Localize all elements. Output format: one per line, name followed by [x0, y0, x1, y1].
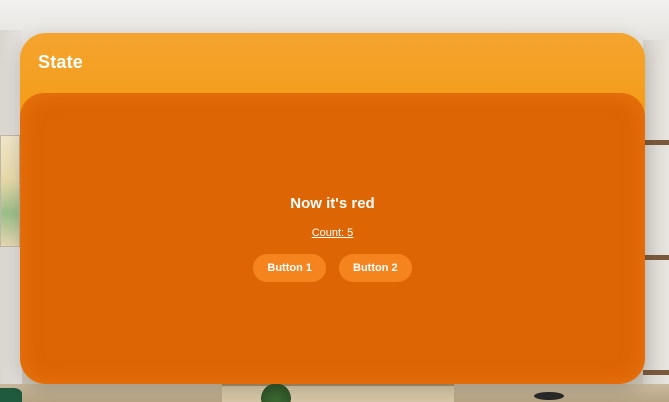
- count-link[interactable]: Count: 5: [312, 227, 354, 239]
- green-chair: [0, 388, 22, 402]
- room-right-wall: [643, 40, 669, 402]
- window-title: State: [38, 52, 84, 72]
- count-row: Count: 5: [20, 227, 645, 239]
- plant: [256, 384, 296, 402]
- background-room: State Now it's red Count: 5 Button 1 But…: [0, 0, 669, 402]
- wall-shelf: [643, 255, 669, 260]
- headline-text: Now it's red: [290, 195, 375, 212]
- button-row: Button 1 Button 2: [20, 254, 645, 282]
- wall-shelf: [643, 370, 669, 375]
- lamp-base: [534, 392, 564, 400]
- content-panel: Now it's red Count: 5 Button 1 Button 2: [20, 93, 645, 384]
- button-1[interactable]: Button 1: [253, 254, 326, 282]
- button-2[interactable]: Button 2: [339, 254, 412, 282]
- wall-shelf: [643, 140, 669, 145]
- wall-painting: [0, 135, 20, 247]
- app-window: State Now it's red Count: 5 Button 1 But…: [20, 33, 645, 384]
